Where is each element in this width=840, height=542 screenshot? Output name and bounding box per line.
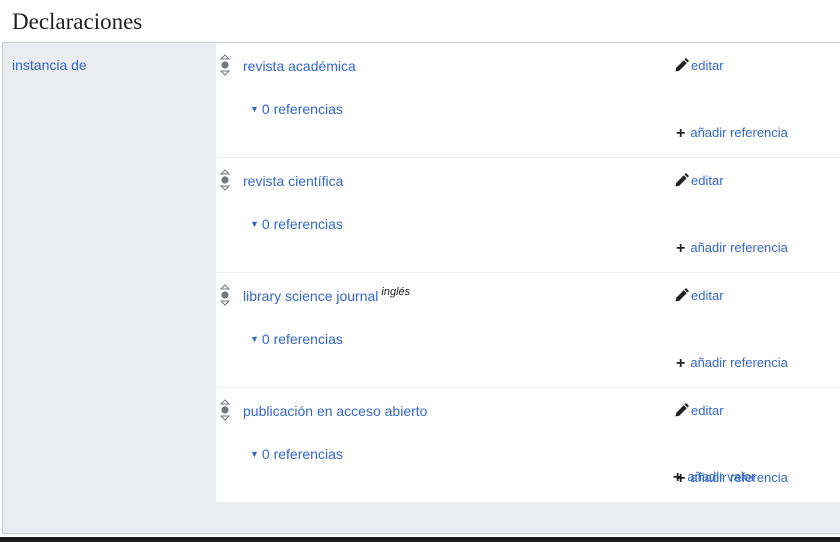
triangle-down-icon: ▼ (250, 334, 259, 344)
plus-icon: + (673, 469, 683, 486)
add-reference-button[interactable]: + añadir referencia (676, 124, 788, 142)
rank-selector-icon[interactable] (220, 399, 230, 421)
statement-group: instancia de revista académica editar ▼ 0… (2, 42, 840, 534)
edit-button[interactable]: editar (674, 173, 724, 188)
plus-icon: + (676, 355, 686, 372)
triangle-down-icon: ▼ (250, 449, 259, 459)
statement: library science journal inglés editar ▼ 0 … (216, 273, 840, 388)
statement-value-link[interactable]: publicación en acceso abierto (243, 403, 430, 419)
references-toggle[interactable]: ▼ 0 referencias (250, 101, 343, 117)
triangle-down-icon: ▼ (250, 219, 259, 229)
statement-value-link[interactable]: revista científica (243, 173, 346, 189)
pencil-icon (675, 288, 689, 302)
pencil-icon (675, 173, 689, 187)
language-qualifier: inglés (381, 286, 411, 298)
plus-icon: + (676, 240, 686, 257)
rank-selector-icon[interactable] (220, 54, 230, 76)
statement-list: revista académica editar ▼ 0 referencias … (216, 43, 840, 503)
rank-selector-icon[interactable] (220, 284, 230, 306)
edit-button[interactable]: editar (674, 403, 724, 418)
bottom-bar (0, 537, 840, 542)
references-toggle[interactable]: ▼ 0 referencias (250, 331, 343, 347)
edit-button[interactable]: editar (674, 58, 724, 73)
triangle-down-icon: ▼ (250, 104, 259, 114)
pencil-icon (675, 403, 689, 417)
statement-value-link[interactable]: library science journal inglés (243, 286, 411, 304)
edit-button[interactable]: editar (674, 288, 724, 303)
property-link[interactable]: instancia de (12, 57, 87, 73)
rank-selector-icon[interactable] (220, 169, 230, 191)
references-toggle[interactable]: ▼ 0 referencias (250, 216, 343, 232)
statement: revista científica editar ▼ 0 referencias… (216, 158, 840, 273)
plus-icon: + (676, 125, 686, 142)
references-toggle[interactable]: ▼ 0 referencias (250, 446, 343, 462)
add-reference-button[interactable]: + añadir referencia (676, 239, 788, 257)
statement: revista académica editar ▼ 0 referencias … (216, 43, 840, 158)
statement-value-link[interactable]: revista académica (243, 58, 359, 74)
add-value-button[interactable]: + añadir valor (673, 468, 755, 486)
add-reference-button[interactable]: + añadir referencia (676, 354, 788, 372)
section-heading: Declaraciones (12, 9, 143, 34)
pencil-icon (675, 58, 689, 72)
